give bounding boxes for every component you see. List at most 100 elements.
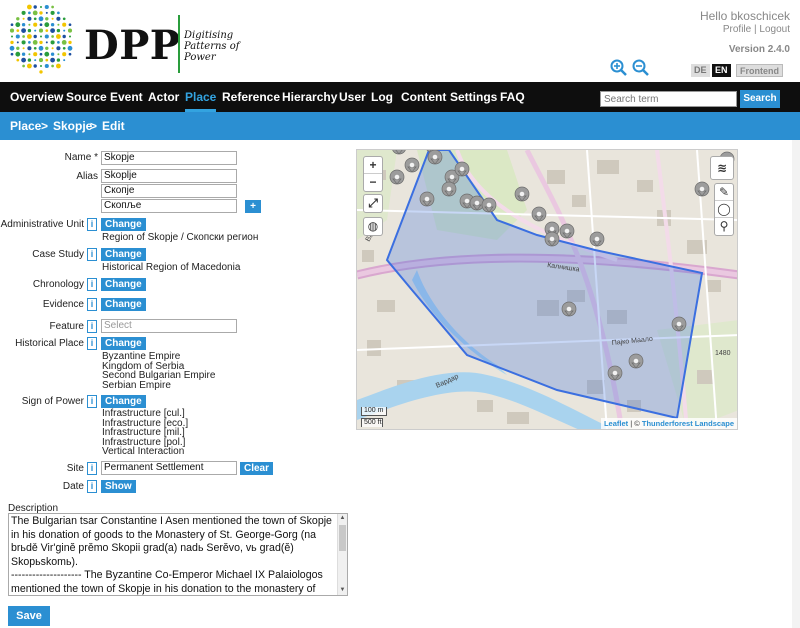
- logo-dot: [22, 35, 25, 38]
- info-icon[interactable]: i: [87, 320, 97, 333]
- map-zoom-in-button[interactable]: +: [364, 157, 382, 174]
- logo-dot: [44, 63, 49, 69]
- info-icon[interactable]: i: [87, 480, 97, 493]
- logo-subtitle: Digitising Patterns of Power: [184, 30, 239, 63]
- site-field[interactable]: Permanent Settlement: [101, 461, 237, 475]
- map-zoom-out-button[interactable]: −: [364, 174, 382, 191]
- description-text[interactable]: The Bulgarian tsar Constantine I Asen me…: [11, 515, 336, 595]
- logo-dot: [21, 28, 26, 33]
- nav-content[interactable]: Content: [401, 82, 446, 112]
- date-show-button[interactable]: Show: [101, 480, 136, 493]
- logo-dot: [34, 29, 37, 32]
- fullscreen-icon[interactable]: ⤢: [364, 195, 382, 212]
- zoom-out-icon[interactable]: [632, 59, 649, 76]
- scroll-down-icon[interactable]: ▼: [339, 587, 346, 594]
- logo-subtitle-line: Patterns of: [184, 41, 240, 52]
- logo-dot: [50, 10, 55, 15]
- case-study-change-button[interactable]: Change: [101, 248, 146, 261]
- description-scrollbar[interactable]: ▲ ▼: [337, 514, 347, 595]
- logo-dot: [33, 34, 37, 39]
- alias-field[interactable]: Скопје: [101, 184, 237, 198]
- nav-user[interactable]: User: [339, 82, 366, 112]
- sign-of-power-change-button[interactable]: Change: [101, 395, 146, 408]
- logo-dot: [50, 52, 55, 56]
- search-button[interactable]: Search: [740, 90, 780, 108]
- zoom-in-icon[interactable]: [610, 59, 627, 76]
- evidence-change-button[interactable]: Change: [101, 298, 146, 311]
- nav-log[interactable]: Log: [371, 82, 393, 112]
- profile-link[interactable]: Profile: [723, 24, 751, 35]
- info-icon[interactable]: i: [87, 395, 97, 408]
- map-marker-dot: [549, 226, 555, 232]
- chronology-change-button[interactable]: Change: [101, 278, 146, 291]
- info-icon[interactable]: i: [87, 298, 97, 311]
- description-textarea[interactable]: The Bulgarian tsar Constantine I Asen me…: [8, 513, 348, 596]
- nav-event[interactable]: Event: [110, 82, 143, 112]
- evidence-label: Evidence: [42, 299, 84, 310]
- scroll-up-icon[interactable]: ▲: [339, 515, 346, 522]
- admin-unit-value: Region of Skopje / Скопски регион: [102, 232, 259, 243]
- edit-icon[interactable]: ✎: [715, 184, 733, 201]
- logo-dot: [16, 58, 20, 62]
- site-clear-button[interactable]: Clear: [240, 462, 274, 475]
- logo-dot: [33, 52, 38, 57]
- info-icon[interactable]: i: [87, 278, 97, 291]
- page-scrollbar[interactable]: [792, 140, 800, 628]
- nav-faq[interactable]: FAQ: [500, 82, 525, 112]
- info-icon[interactable]: i: [87, 462, 97, 475]
- logo-dot: [38, 16, 44, 22]
- logo-dot: [44, 4, 49, 10]
- leaflet-link[interactable]: Leaflet: [604, 419, 628, 428]
- thunderforest-link[interactable]: Thunderforest Landscape: [642, 419, 734, 428]
- layers-icon[interactable]: ≋: [711, 157, 733, 179]
- globe-icon[interactable]: ◍: [364, 218, 382, 235]
- historical-place-change-button[interactable]: Change: [101, 337, 146, 350]
- admin-unit-change-button[interactable]: Change: [101, 218, 146, 231]
- nav-actor[interactable]: Actor: [148, 82, 179, 112]
- lang-de-button[interactable]: DE: [691, 64, 710, 77]
- nav-overview[interactable]: Overview: [10, 82, 63, 112]
- logo-dot: [56, 58, 61, 62]
- alias-field[interactable]: Skoplje: [101, 169, 237, 183]
- feature-select[interactable]: Select: [101, 319, 237, 333]
- alias-label: Alias: [76, 171, 98, 182]
- frontend-button[interactable]: Frontend: [736, 64, 783, 77]
- nav-settings[interactable]: Settings: [450, 82, 497, 112]
- nav-reference[interactable]: Reference: [222, 82, 280, 112]
- breadcrumb-place[interactable]: Place: [10, 119, 41, 133]
- alias-field[interactable]: Скопље: [101, 199, 237, 213]
- save-button[interactable]: Save: [8, 606, 50, 626]
- scroll-thumb[interactable]: [339, 525, 346, 551]
- logo-dot: [32, 40, 38, 45]
- logo-text[interactable]: DPP: [84, 22, 180, 69]
- marker-icon[interactable]: ⚲: [715, 218, 733, 235]
- logo-dot: [50, 28, 55, 33]
- logo-dot: [27, 58, 32, 62]
- info-icon[interactable]: i: [87, 337, 97, 350]
- logout-link[interactable]: Logout: [759, 24, 790, 35]
- info-icon[interactable]: i: [87, 218, 97, 231]
- search-input[interactable]: [600, 91, 737, 107]
- info-icon[interactable]: i: [87, 248, 97, 261]
- nav-place[interactable]: Place: [185, 82, 217, 112]
- logo-dot: [40, 65, 42, 67]
- circle-icon[interactable]: ◯: [715, 201, 733, 218]
- date-label: Date: [62, 481, 84, 492]
- nav-hierarchy[interactable]: Hierarchy: [282, 82, 337, 112]
- map-tiles[interactable]: Вардар Калнишка Пајко Маало Вардар 1480: [357, 150, 738, 430]
- breadcrumb-separator: >: [90, 119, 98, 133]
- logo-dot: [15, 34, 20, 39]
- name-field[interactable]: Skopje: [101, 151, 237, 165]
- logo-dot: [45, 46, 49, 50]
- map[interactable]: Вардар Калнишка Пајко Маало Вардар 1480 …: [356, 149, 738, 430]
- feature-label: Feature: [49, 321, 84, 332]
- breadcrumb-skopje[interactable]: Skopje: [53, 119, 92, 133]
- lang-en-button[interactable]: EN: [712, 64, 731, 77]
- logo-dot: [39, 11, 43, 15]
- add-alias-button[interactable]: +: [245, 200, 261, 213]
- logo-dot: [27, 28, 32, 33]
- logo-dot: [44, 34, 49, 39]
- logo-dot: [57, 23, 60, 26]
- nav-source[interactable]: Source: [66, 82, 107, 112]
- map-marker-dot: [432, 154, 438, 160]
